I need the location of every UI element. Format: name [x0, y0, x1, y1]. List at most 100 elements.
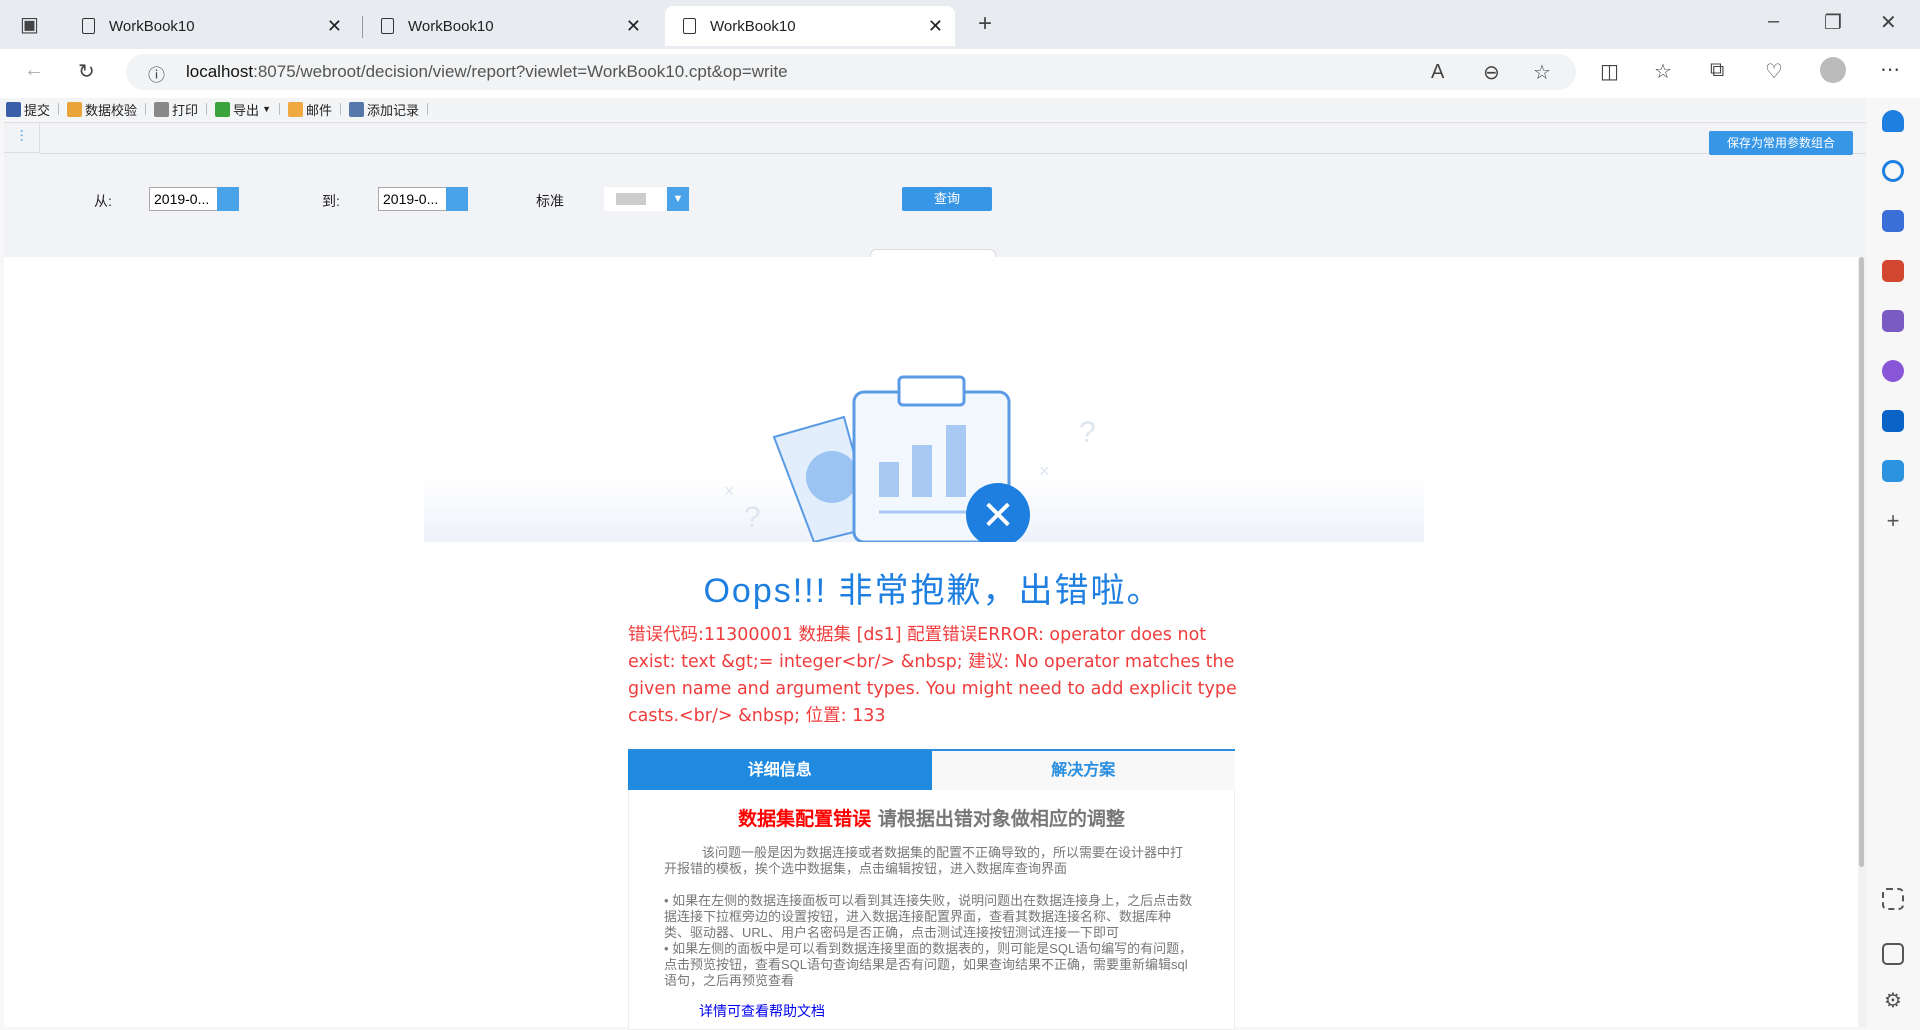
chevron-down-icon: ▼ — [262, 104, 271, 114]
svg-text:×: × — [724, 481, 735, 501]
printer-icon — [154, 101, 170, 117]
games-icon[interactable] — [1882, 310, 1904, 332]
close-tab-icon[interactable]: ✕ — [327, 16, 342, 37]
external-link-icon[interactable] — [1882, 943, 1904, 965]
collections-icon[interactable]: ⧉ — [1710, 59, 1724, 82]
report-toolbar: 提交 数据校验 打印 导出 ▼ 邮件 添加记录 — [0, 98, 1866, 120]
calendar-icon[interactable] — [446, 187, 468, 211]
standard-select[interactable]: ▼ — [604, 187, 689, 211]
export-button[interactable]: 导出 ▼ — [215, 100, 271, 119]
minimize-icon[interactable]: – — [1768, 10, 1779, 33]
to-date-field[interactable]: 2019-0... — [378, 187, 468, 211]
new-tab-icon[interactable]: + — [978, 10, 992, 38]
url-host: localhost — [186, 62, 254, 81]
detail-heading-red: 数据集配置错误 — [738, 808, 872, 830]
screenshot-icon[interactable] — [1882, 888, 1904, 910]
svg-text:✕: ✕ — [981, 493, 1015, 539]
copilot-icon[interactable] — [1882, 360, 1904, 382]
print-button[interactable]: 打印 — [154, 100, 198, 119]
query-button[interactable]: 查询 — [902, 187, 992, 211]
page-icon — [381, 18, 394, 34]
from-label: 从: — [94, 193, 112, 209]
standard-label: 标准 — [536, 193, 564, 209]
back-icon[interactable]: ← — [24, 59, 44, 82]
mail-icon — [287, 101, 303, 117]
tools-icon[interactable] — [1882, 260, 1904, 282]
refresh-icon[interactable]: ↻ — [78, 59, 95, 84]
add-record-icon — [349, 101, 364, 117]
parameter-pane: ⫶ 保存为常用参数组合 从: 2019-0... 到: 2019-0... 标准… — [4, 122, 1866, 258]
browser-tab-bar: ▣ WorkBook10 ✕ WorkBook10 ✕ WorkBook10 ✕ + … — [0, 0, 1920, 49]
browser-tab[interactable]: WorkBook10 ✕ — [363, 6, 653, 46]
tab-title: WorkBook10 — [109, 17, 195, 35]
help-doc-link[interactable]: 详情可查看帮助文档 — [699, 1001, 1234, 1021]
settings-icon[interactable]: ⚙ — [1882, 988, 1904, 1012]
restore-icon[interactable]: ❐ — [1824, 10, 1842, 35]
svg-text:?: ? — [1079, 416, 1096, 449]
split-screen-icon[interactable]: ◫ — [1600, 59, 1619, 84]
label: 打印 — [172, 102, 199, 118]
dropdown-arrow-icon[interactable]: ▼ — [667, 187, 689, 211]
svg-text:?: ? — [744, 501, 761, 534]
read-aloud-icon[interactable]: A — [1431, 61, 1444, 84]
parameter-settings-icon[interactable]: ⫶ — [4, 123, 40, 153]
export-icon — [215, 101, 231, 117]
error-title: Oops!!! 非常抱歉，出错啦。 — [703, 572, 1163, 610]
profile-avatar[interactable] — [1820, 57, 1846, 83]
browser-tab[interactable]: WorkBook10 ✕ — [64, 6, 354, 46]
url-path: :8075/webroot/decision/view/report?viewl… — [253, 62, 788, 81]
tab-title: WorkBook10 — [710, 17, 796, 35]
add-record-button[interactable]: 添加记录 — [349, 100, 419, 119]
error-illustration: ✕ ?? × × — [424, 375, 1424, 542]
address-bar-row: ← ↻ ⓘ localhost:8075/webroot/decision/vi… — [0, 49, 1920, 98]
tab-details[interactable]: 详细信息 — [628, 751, 932, 790]
detail-heading-gray: 请根据出错对象做相应的调整 — [877, 808, 1125, 830]
browser-essentials-icon[interactable]: ♡ — [1765, 59, 1783, 84]
notifications-icon[interactable] — [1882, 110, 1904, 132]
more-icon[interactable]: ⋯ — [1880, 57, 1900, 82]
search-icon[interactable] — [1882, 160, 1904, 182]
outlook-icon[interactable] — [1882, 410, 1904, 432]
edge-sidebar: + ⚙ — [1866, 98, 1920, 1030]
favorite-icon[interactable]: ☆ — [1533, 60, 1551, 85]
label: 邮件 — [305, 102, 332, 118]
error-message: 错误代码:11300001 数据集 [ds1] 配置错误ERROR: opera… — [628, 625, 1237, 726]
from-date-field[interactable]: 2019-0... — [149, 187, 239, 211]
pencil-icon — [67, 101, 83, 117]
tab-solution[interactable]: 解决方案 — [931, 751, 1235, 790]
info-icon[interactable]: ⓘ — [148, 61, 165, 86]
calendar-icon[interactable] — [217, 187, 239, 211]
close-tab-icon[interactable]: ✕ — [626, 16, 641, 37]
to-date-value: 2019-0... — [383, 191, 439, 207]
detail-bullet: • 如果在左侧的数据连接面板可以看到其连接失败，说明问题出在数据连接身上，之后点… — [664, 893, 1193, 940]
save-icon — [6, 101, 21, 117]
error-tabs: 详细信息 解决方案 — [628, 749, 1235, 790]
address-input[interactable]: ⓘ localhost:8075/webroot/decision/view/r… — [126, 54, 1576, 90]
page-icon — [82, 18, 95, 34]
label: 数据校验 — [85, 102, 138, 118]
from-date-value: 2019-0... — [154, 191, 210, 207]
favorites-icon[interactable]: ☆ — [1654, 59, 1672, 84]
scrollbar[interactable] — [1858, 257, 1866, 1027]
submit-button[interactable]: 提交 — [6, 100, 50, 119]
svg-text:×: × — [1039, 461, 1050, 481]
to-label: 到: — [322, 193, 340, 209]
close-window-icon[interactable]: ✕ — [1880, 10, 1897, 35]
data-validate-button[interactable]: 数据校验 — [67, 100, 137, 119]
page-icon — [683, 18, 696, 34]
save-parameter-combo-button[interactable]: 保存为常用参数组合 — [1709, 131, 1853, 155]
label: 导出 — [233, 102, 260, 118]
send-icon[interactable] — [1882, 460, 1904, 482]
shopping-tag-icon[interactable] — [1882, 210, 1904, 232]
detail-paragraph: 该问题一般是因为数据连接或者数据集的配置不正确导致的，所以需要在设计器中打开报错… — [664, 845, 1184, 876]
detail-bullet: • 如果左侧的面板中是可以看到数据连接里面的数据表的，则可能是SQL语句编写的有… — [664, 941, 1193, 988]
add-icon[interactable]: + — [1882, 508, 1904, 533]
close-tab-icon[interactable]: ✕ — [928, 16, 943, 37]
email-button[interactable]: 邮件 — [287, 100, 332, 119]
browser-tab-active[interactable]: WorkBook10 ✕ — [665, 6, 955, 46]
tab-actions-icon[interactable]: ▣ — [20, 12, 39, 37]
zoom-out-icon[interactable]: ⊖ — [1483, 60, 1500, 85]
error-detail-panel: 数据集配置错误 请根据出错对象做相应的调整 该问题一般是因为数据连接或者数据集的… — [628, 790, 1235, 1030]
label: 添加记录 — [367, 102, 420, 118]
label: 提交 — [24, 102, 51, 118]
